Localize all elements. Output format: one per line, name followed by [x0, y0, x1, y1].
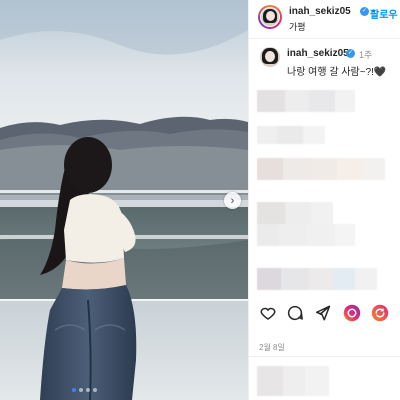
carousel-dot [79, 388, 83, 392]
carousel-next-button[interactable]: › [224, 192, 241, 209]
location-link[interactable]: 가평 [289, 20, 306, 33]
divider [249, 356, 400, 357]
post-header: inah_sekiz05 ✓ • 팔로우 가평 [249, 0, 400, 39]
post-date: 2월 8일 [259, 343, 285, 352]
verified-badge-icon: ✓ [360, 7, 369, 16]
carousel-indicator [72, 388, 97, 392]
refresh-app-icon[interactable] [371, 304, 389, 322]
caption-avatar[interactable] [260, 47, 280, 67]
header-username[interactable]: inah_sekiz05 [289, 6, 351, 17]
post-side-panel: inah_sekiz05 ✓ • 팔로우 가평 inah_sekiz05 ✓ 1… [248, 0, 400, 400]
carousel-dot [93, 388, 97, 392]
verified-badge-icon: ✓ [346, 49, 355, 58]
blurred-comments [257, 90, 385, 290]
post-actions [249, 300, 400, 326]
send-icon[interactable] [313, 304, 331, 322]
blurred-input [257, 366, 329, 396]
comment-icon[interactable] [286, 304, 304, 322]
carousel-dot [86, 388, 90, 392]
follow-button[interactable]: 팔로우 [370, 6, 398, 21]
heart-icon[interactable] [259, 304, 277, 322]
circle-app-icon[interactable] [343, 304, 361, 322]
caption-username[interactable]: inah_sekiz05 [287, 48, 349, 59]
post-photo [0, 0, 248, 400]
post-caption: 나랑 여행 갈 사람~?!🖤 [287, 67, 387, 78]
post-media[interactable]: › [0, 0, 248, 400]
carousel-dot [72, 388, 76, 392]
avatar [260, 7, 280, 27]
post-time-ago: 1주 [359, 50, 373, 60]
chevron-right-icon: › [230, 194, 235, 207]
story-ring[interactable] [258, 5, 282, 29]
